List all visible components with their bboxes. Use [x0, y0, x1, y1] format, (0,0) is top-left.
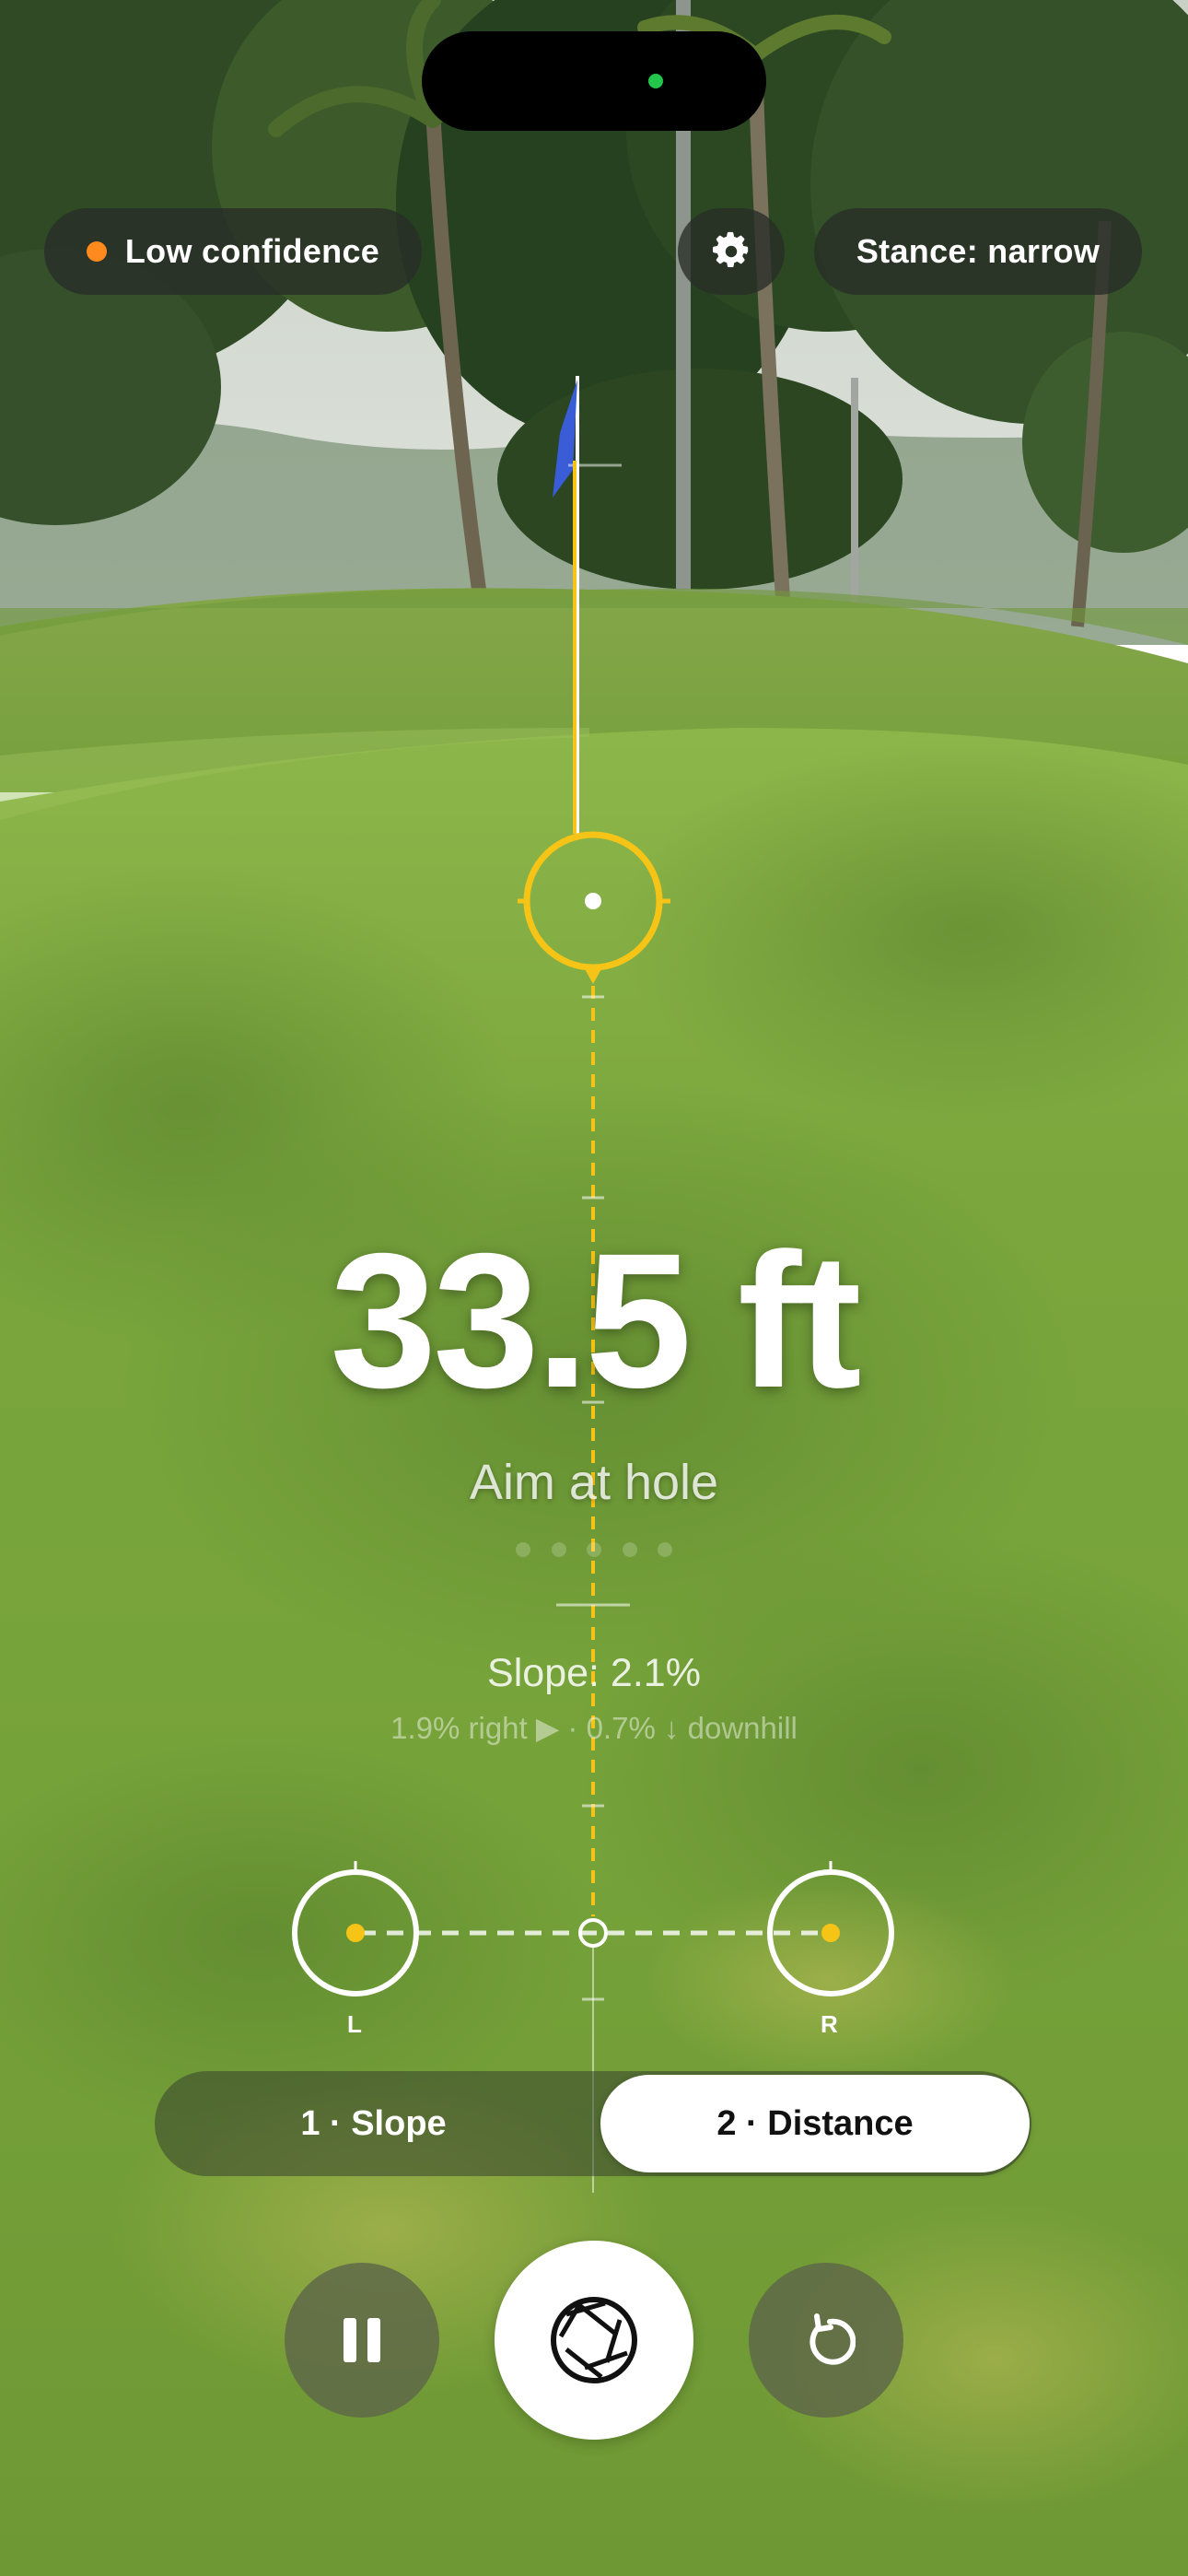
mode-selector: 1 · Slope 2 · Distance [155, 2071, 1031, 2176]
hole-reticle [518, 831, 670, 984]
left-marker [292, 1861, 419, 1996]
settings-button[interactable] [678, 208, 785, 295]
page-dot [587, 1542, 601, 1557]
capture-button[interactable] [495, 2241, 693, 2440]
reset-icon [809, 2313, 856, 2365]
left-marker-label: L [347, 2010, 362, 2038]
slope-readout: Slope: 2.1% [487, 1651, 701, 1695]
pause-button[interactable] [285, 2263, 439, 2418]
page-dot [658, 1542, 672, 1557]
slope-detail: 1.9% right ▶ · 0.7% ↓ downhill [390, 1711, 798, 1745]
camera-view: Low confidence Stance: narrow 33.5 ft Ai… [0, 0, 1188, 2576]
dynamic-island [422, 31, 766, 131]
page-dot [551, 1542, 566, 1557]
camera-aperture-icon [551, 2297, 637, 2383]
confidence-badge: Low confidence [44, 208, 422, 295]
page-indicator [516, 1542, 672, 1557]
mode-distance-tab[interactable]: 2 · Distance [600, 2075, 1030, 2172]
stance-button[interactable]: Stance: narrow [814, 208, 1142, 295]
right-marker-label: R [821, 2010, 838, 2038]
stance-label: Stance: narrow [856, 232, 1101, 270]
gear-icon [713, 231, 749, 268]
pause-icon [344, 2318, 380, 2362]
distance-readout: 33.5 ft [330, 1214, 861, 1428]
confidence-label: Low confidence [124, 232, 380, 270]
reset-button[interactable] [749, 2263, 903, 2418]
page-dot [516, 1542, 530, 1557]
confidence-dot [86, 241, 107, 262]
right-marker [767, 1861, 894, 1996]
flag-icon [553, 376, 622, 838]
instruction-text: Aim at hole [469, 1455, 719, 1510]
page-dot [622, 1542, 637, 1557]
camera-indicator-dot [648, 74, 663, 88]
mode-slope-tab[interactable]: 1 · Slope [155, 2071, 592, 2176]
